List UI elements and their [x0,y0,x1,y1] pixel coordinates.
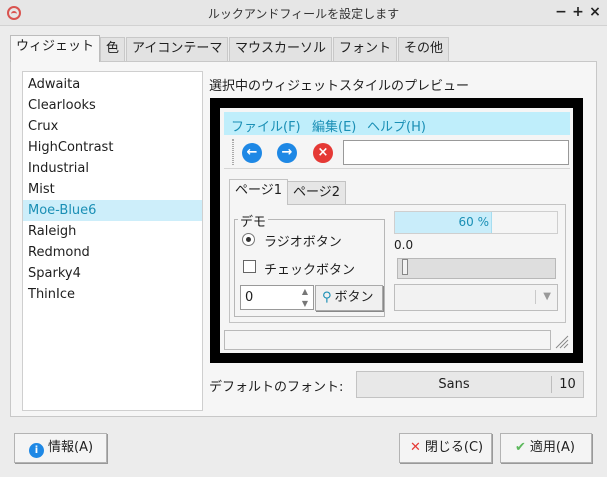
spin-down-icon[interactable]: ▼ [297,298,313,309]
stop-icon[interactable]: × [313,143,333,163]
minimize-button[interactable]: − [553,3,569,21]
list-item-selected[interactable]: Moe-Blue6 [23,200,202,221]
list-item[interactable]: Mist [23,179,202,200]
close-button[interactable]: ✕ 閉じる(C) [399,433,492,463]
preview-title: 選択中のウィジェットスタイルのプレビュー [209,79,470,94]
back-icon[interactable]: ← [242,143,262,163]
default-font-label: デフォルトのフォント: [209,380,344,395]
progress-bar: 60 % [394,211,558,234]
demo-button[interactable]: ⚲ ボタン [315,285,383,311]
menu-edit[interactable]: 編集(E) [312,116,356,135]
chevron-down-icon[interactable]: ▼ [535,290,551,304]
close-icon: ✕ [410,440,421,455]
demo-button-label: ボタン [334,290,374,305]
font-size: 10 [551,376,583,393]
checkbox-label: チェックボタン [264,263,356,278]
list-item[interactable]: ThinIce [23,284,202,305]
spin-up-icon[interactable]: ▲ [297,286,313,297]
tab-mouse-cursor[interactable]: マウスカーソル [229,37,333,61]
scale-handle[interactable] [402,259,408,275]
resize-grip-icon[interactable] [553,333,569,349]
list-item[interactable]: Sparky4 [23,263,202,284]
tab-page2[interactable]: ページ2 [287,181,347,205]
menu-help[interactable]: ヘルプ(H) [367,116,426,135]
tab-widget[interactable]: ウィジェット [10,35,101,62]
list-item[interactable]: Redmond [23,242,202,263]
tab-page1[interactable]: ページ1 [229,179,289,205]
search-icon: ⚲ [322,290,332,305]
window-title: ルックアンドフィールを設定します [207,7,400,21]
list-item[interactable]: HighContrast [23,137,202,158]
theme-list[interactable]: Adwaita Clearlooks Crux HighContrast Ind… [22,71,203,411]
close-button-label: 閉じる(C) [424,440,484,455]
combo-box[interactable] [394,284,558,311]
list-item[interactable]: Clearlooks [23,95,202,116]
demo-frame-label: デモ [238,211,269,230]
list-item[interactable]: Raleigh [23,221,202,242]
tab-color[interactable]: 色 [100,37,126,61]
maximize-button[interactable]: + [570,3,586,21]
check-icon: ✔ [515,440,526,455]
progress-text: 60 % [458,215,490,229]
tab-icon-theme[interactable]: アイコンテーマ [126,37,229,61]
apply-button[interactable]: ✔ 適用(A) [500,433,592,463]
menu-file[interactable]: ファイル(F) [231,116,301,135]
scale-trough[interactable] [397,258,556,279]
apply-button-label: 適用(A) [529,440,575,455]
forward-icon[interactable]: → [277,143,297,163]
info-icon: i [29,443,44,458]
list-item[interactable]: Industrial [23,158,202,179]
checkbox[interactable] [243,260,256,273]
toolbar-entry[interactable] [343,140,569,165]
scale-value: 0.0 [394,238,414,252]
radio-label: ラジオボタン [264,235,342,250]
tab-font[interactable]: フォント [333,37,398,61]
about-button-label: 情報(A) [48,440,94,455]
about-button[interactable]: i 情報(A) [14,433,107,463]
font-name: Sans [438,377,470,392]
close-window-button[interactable]: × [587,3,603,21]
preview-statusbar [224,330,551,350]
tab-other[interactable]: その他 [398,37,450,61]
radio-button[interactable] [242,233,255,246]
list-item[interactable]: Crux [23,116,202,137]
toolbar-handle[interactable] [232,139,234,165]
list-item[interactable]: Adwaita [23,74,202,95]
